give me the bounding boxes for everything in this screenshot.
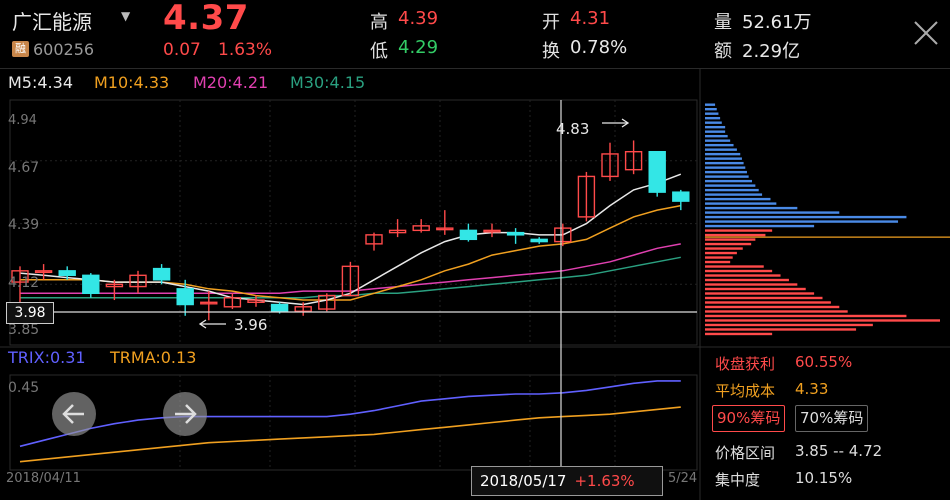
candle-down [82,274,100,295]
chip-bar [705,188,759,192]
chip-bar [705,310,848,313]
candle-down [176,288,194,306]
crosshair-date-tag: 2018/05/17 +1.63% [471,466,663,496]
chip-bar [705,260,731,264]
chip-bar [705,206,798,210]
chip-bar [705,292,815,295]
chip-bar [705,175,749,178]
chip-bar [705,242,752,246]
avg-cost-value: 4.33 [795,380,829,398]
chip-bar [705,116,721,120]
chip-bar [705,143,734,147]
arrow-right-icon [175,404,197,424]
chip-bar [705,197,771,201]
chip-bar [705,283,798,286]
chip-bar [705,211,840,214]
candle-down [648,150,666,193]
chip-bar [705,224,815,228]
avg-cost-label: 平均成本 [715,382,776,400]
chip-bar [705,274,781,277]
x-tick-start: 2018/04/11 [6,471,81,486]
chip-bar [705,233,766,237]
chip-bar [705,107,717,111]
crosshair-pct: +1.63% [574,472,635,490]
chip-90-button[interactable]: 90%筹码 [712,405,786,432]
candle-down [270,303,289,312]
chip-70-button[interactable]: 70%筹码 [795,405,869,432]
chip-bar [705,112,719,115]
chip-bar [705,193,763,196]
chip-bar [705,278,789,282]
chip-bar [705,152,741,156]
indicator-tick-0-45: 0.45 [8,380,39,396]
chip-bar [705,134,728,138]
chip-bar [705,148,737,151]
chip-bar [705,166,746,169]
high-annotation: 4.83 [556,120,589,138]
chip-bar [705,238,756,241]
candle-down [459,229,478,241]
crosshair-price-tag: 3.98 [6,302,54,324]
concentration-label: 集中度 [715,471,761,489]
price-tick-3-85: 3.85 [8,322,39,338]
prev-button[interactable] [52,392,96,436]
candle-down [506,231,525,236]
chip-bar [705,287,806,291]
chip-bar [705,328,857,331]
concentration-value: 10.15% [795,469,853,487]
price-tick-4-94: 4.94 [8,113,37,128]
chip-bar [705,121,722,124]
range-label: 价格区间 [715,444,776,462]
price-tick-4-12: 4.12 [8,275,39,291]
crosshair-date: 2018/05/17 [480,472,567,490]
chip-bar [705,305,840,309]
chip-bar [705,296,823,300]
chip-bar [705,130,726,133]
chip-bar [705,323,873,327]
next-button[interactable] [163,392,207,436]
trix-line [19,380,681,448]
chip-bar [705,161,744,165]
candle-down [58,270,76,277]
chip-bar [705,157,742,160]
chip-bar [705,220,899,223]
chip-bar [705,103,716,106]
candle-down [152,267,171,281]
chip-bar [705,170,747,174]
chip-bar [705,251,737,255]
chip-bar [705,319,940,322]
candle-down [530,238,548,243]
chip-bar [705,139,731,142]
range-value: 3.85 -- 4.72 [795,442,883,460]
x-tick-end: 5/24 [668,471,697,486]
chip-bar [705,184,756,187]
chip-bar [705,265,764,268]
candle-down [672,191,690,202]
chip-bar [705,301,831,304]
chip-bar [705,179,752,183]
chip-bar [705,202,777,205]
chip-bar [705,256,733,259]
chip-bar [705,125,726,129]
chip-bar [705,332,773,336]
chip-bar [705,215,907,219]
trma-line [19,406,681,463]
price-tick-4-39: 4.39 [8,217,39,233]
chip-bar [705,229,773,232]
price-panel-frame [9,99,698,346]
trma-legend: TRMA:0.13 [110,348,197,367]
trix-legend: TRIX:0.31 [8,348,86,367]
chip-bar [705,269,773,273]
profit-label: 收盘获利 [715,355,776,373]
profit-value: 60.55% [795,353,853,371]
chip-bar [705,247,743,250]
price-tick-4-67: 4.67 [8,160,39,176]
arrow-left-icon [62,404,84,424]
chip-bar [705,314,907,318]
low-annotation: 3.96 [234,316,267,334]
